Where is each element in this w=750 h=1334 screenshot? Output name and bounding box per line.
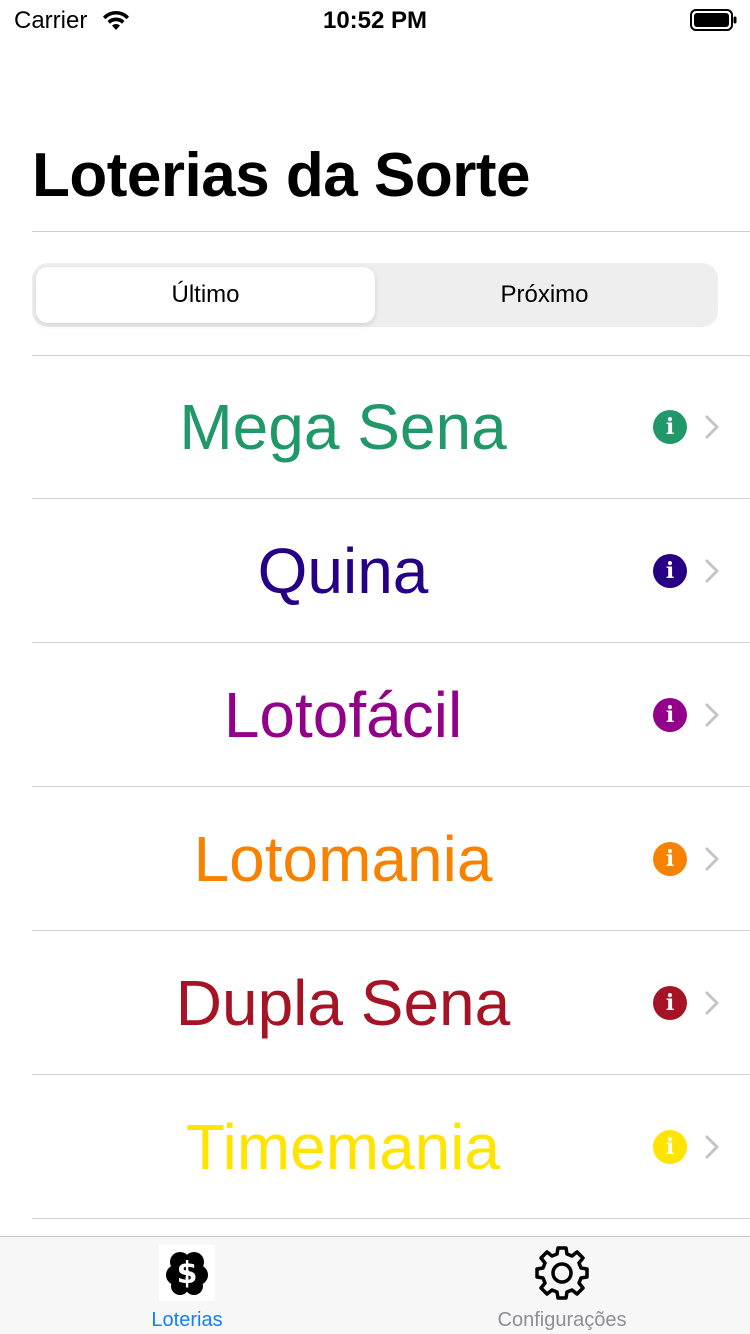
- tab-configuracoes[interactable]: Configurações: [437, 1237, 687, 1334]
- lottery-row-quina[interactable]: Quina i: [0, 499, 750, 643]
- lottery-row-mega-sena[interactable]: Mega Sena i: [0, 355, 750, 499]
- lottery-name: Timemania: [185, 1111, 501, 1183]
- status-bar: Carrier 10:52 PM: [0, 0, 750, 40]
- lottery-row-lotomania[interactable]: Lotomania i: [0, 787, 750, 931]
- app-screen: Carrier 10:52 PM Loterias da Sorte Últim…: [0, 0, 750, 1334]
- tab-bar: $ Loterias Configurações: [0, 1236, 750, 1334]
- lottery-name: Lotofácil: [223, 679, 463, 751]
- lottery-name: Lotomania: [193, 823, 493, 895]
- segment-ultimo[interactable]: Último: [36, 267, 375, 323]
- battery-icon: [690, 9, 737, 31]
- info-icon[interactable]: i: [653, 698, 687, 732]
- tab-label: Loterias: [151, 1309, 223, 1331]
- lottery-row-lotofacil[interactable]: Lotofácil i: [0, 643, 750, 787]
- svg-text:$: $: [177, 1256, 198, 1291]
- chevron-right-icon: [705, 847, 719, 871]
- info-icon[interactable]: i: [653, 554, 687, 588]
- info-icon[interactable]: i: [653, 842, 687, 876]
- lottery-name: Dupla Sena: [175, 967, 511, 1039]
- title-divider: [32, 231, 750, 232]
- gear-icon: [534, 1245, 590, 1301]
- chevron-right-icon: [705, 415, 719, 439]
- lottery-list: Mega Sena i Quina i Lotofácil i Lotomani…: [0, 355, 750, 1219]
- info-icon[interactable]: i: [653, 1130, 687, 1164]
- chevron-right-icon: [705, 559, 719, 583]
- lottery-clover-icon: $: [159, 1245, 215, 1301]
- lottery-name: Quina: [257, 535, 429, 607]
- page-title: Loterias da Sorte: [32, 141, 530, 210]
- info-icon[interactable]: i: [653, 986, 687, 1020]
- segment-proximo[interactable]: Próximo: [375, 267, 714, 323]
- lottery-row-timemania[interactable]: Timemania i: [0, 1075, 750, 1219]
- tab-loterias[interactable]: $ Loterias: [62, 1237, 312, 1334]
- chevron-right-icon: [705, 991, 719, 1015]
- chevron-right-icon: [705, 1135, 719, 1159]
- status-time: 10:52 PM: [322, 7, 428, 34]
- tab-label: Configurações: [497, 1309, 627, 1331]
- chevron-right-icon: [705, 703, 719, 727]
- info-icon[interactable]: i: [653, 410, 687, 444]
- lottery-name: Mega Sena: [179, 391, 507, 463]
- segmented-control: Último Próximo: [32, 263, 718, 327]
- lottery-row-dupla-sena[interactable]: Dupla Sena i: [0, 931, 750, 1075]
